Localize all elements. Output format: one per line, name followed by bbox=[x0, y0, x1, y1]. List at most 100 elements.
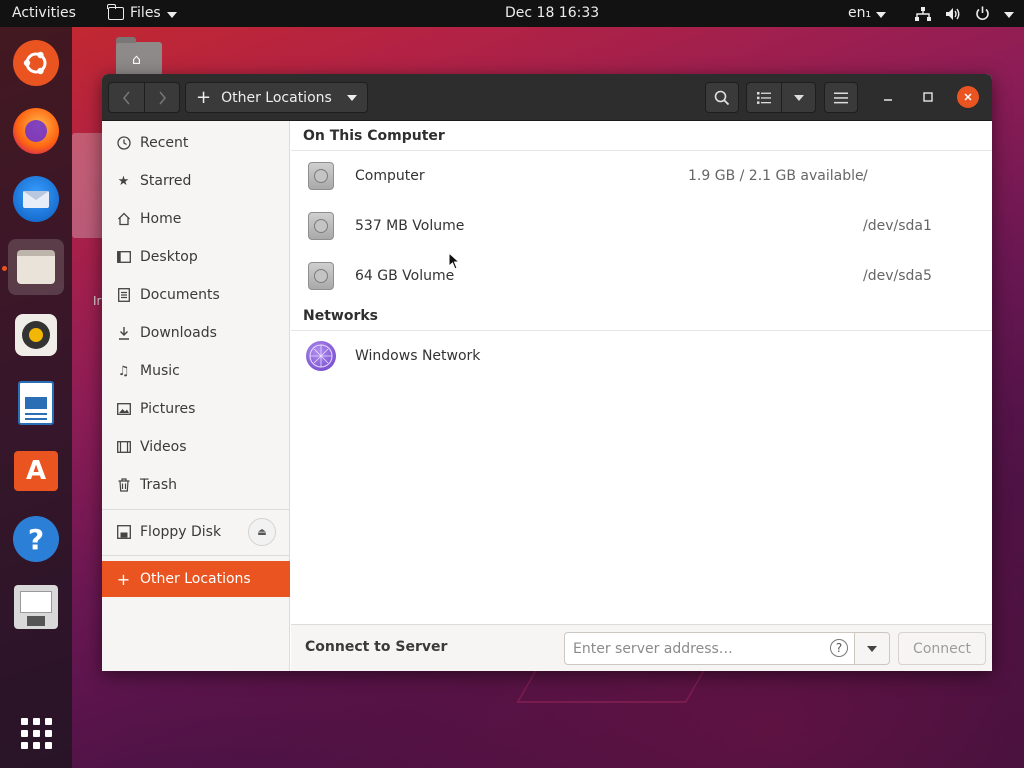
location-row-computer[interactable]: Computer 1.9 GB / 2.1 GB available / bbox=[291, 151, 992, 201]
sidebar-item-documents[interactable]: Documents bbox=[102, 277, 290, 313]
help-icon[interactable]: ? bbox=[830, 639, 848, 657]
sidebar-item-label: Starred bbox=[140, 173, 192, 189]
desktop-home-folder-icon[interactable]: ⌂ bbox=[116, 36, 164, 76]
search-icon bbox=[714, 90, 730, 105]
desktop-icon bbox=[116, 250, 131, 265]
sidebar-item-trash[interactable]: Trash bbox=[102, 467, 290, 503]
network-globe-icon bbox=[306, 341, 336, 371]
firefox-icon bbox=[13, 108, 59, 154]
desktop-item-peek bbox=[72, 133, 102, 238]
power-icon bbox=[976, 6, 989, 21]
chevron-down-icon bbox=[793, 94, 804, 101]
location-label: Other Locations bbox=[221, 89, 332, 106]
eject-button[interactable]: ⏏ bbox=[248, 518, 276, 546]
connect-button[interactable]: Connect bbox=[898, 632, 986, 665]
location-row-537mb-volume[interactable]: 537 MB Volume /dev/sda1 bbox=[291, 201, 992, 251]
connect-to-server-bar: Connect to Server ? Connect bbox=[291, 624, 992, 671]
sidebar-item-label: Other Locations bbox=[140, 571, 251, 587]
sidebar-item-label: Floppy Disk bbox=[140, 524, 222, 540]
volume-icon bbox=[946, 7, 960, 20]
minimize-button[interactable] bbox=[877, 86, 899, 108]
ubuntu-icon bbox=[13, 40, 59, 86]
dock-software[interactable]: A bbox=[8, 443, 64, 499]
dock: A ? bbox=[0, 27, 72, 768]
sidebar-item-home[interactable]: Home bbox=[102, 201, 290, 237]
activities-button[interactable]: Activities bbox=[12, 0, 76, 27]
dock-show-apps[interactable] bbox=[8, 705, 64, 761]
location-path: /dev/sda5 bbox=[863, 268, 932, 284]
location-button[interactable]: + Other Locations bbox=[185, 82, 368, 113]
trash-icon bbox=[116, 478, 131, 493]
sidebar-item-starred[interactable]: ★ Starred bbox=[102, 163, 290, 199]
list-view-icon bbox=[757, 91, 771, 104]
search-button[interactable] bbox=[705, 82, 739, 113]
maximize-icon bbox=[923, 92, 933, 102]
dock-thunderbird[interactable] bbox=[8, 171, 64, 227]
dock-text-editor[interactable] bbox=[8, 579, 64, 635]
document-icon bbox=[116, 288, 131, 303]
dock-ubuntu[interactable] bbox=[8, 35, 64, 91]
connect-to-server-label: Connect to Server bbox=[305, 639, 448, 655]
clock-icon bbox=[116, 136, 131, 151]
location-path: /dev/sda1 bbox=[863, 218, 932, 234]
software-center-icon: A bbox=[14, 451, 58, 491]
sidebar-separator bbox=[102, 555, 290, 556]
plus-icon: + bbox=[116, 569, 131, 589]
location-name: Windows Network bbox=[355, 348, 481, 364]
sidebar-item-label: Music bbox=[140, 363, 180, 379]
chevron-down-icon bbox=[347, 94, 357, 101]
chevron-down-icon bbox=[867, 645, 877, 652]
sidebar-item-floppy-disk[interactable]: Floppy Disk ⏏ bbox=[102, 514, 290, 550]
sidebar-item-downloads[interactable]: Downloads bbox=[102, 315, 290, 351]
folder-icon bbox=[107, 4, 124, 20]
sidebar-item-other-locations[interactable]: + Other Locations bbox=[102, 561, 290, 597]
show-apps-icon bbox=[20, 717, 52, 749]
chevron-down-icon bbox=[166, 11, 177, 18]
close-button[interactable] bbox=[957, 86, 979, 108]
server-address-input[interactable] bbox=[564, 632, 855, 665]
drive-icon bbox=[308, 262, 334, 290]
sidebar-item-videos[interactable]: Videos bbox=[102, 429, 290, 465]
header-bar: + Other Locations bbox=[102, 74, 992, 121]
sidebar-item-pictures[interactable]: Pictures bbox=[102, 391, 290, 427]
app-menu-label: Files bbox=[130, 5, 161, 21]
text-editor-icon bbox=[14, 585, 58, 629]
back-button[interactable] bbox=[108, 82, 145, 113]
view-options-button[interactable] bbox=[781, 82, 816, 113]
drive-icon bbox=[308, 212, 334, 240]
dock-writer[interactable] bbox=[8, 375, 64, 431]
dock-help[interactable]: ? bbox=[8, 511, 64, 567]
location-row-64gb-volume[interactable]: 64 GB Volume /dev/sda5 bbox=[291, 251, 992, 301]
network-icon bbox=[915, 6, 931, 21]
dock-rhythmbox[interactable] bbox=[8, 307, 64, 363]
clock[interactable]: Dec 18 16:33 bbox=[505, 0, 599, 27]
dock-firefox[interactable] bbox=[8, 103, 64, 159]
app-menu-button[interactable]: Files bbox=[107, 0, 177, 27]
sidebar-item-recent[interactable]: Recent bbox=[102, 125, 290, 161]
running-indicator bbox=[2, 266, 7, 271]
section-header-on-this-computer: On This Computer bbox=[303, 128, 445, 144]
system-menu[interactable] bbox=[915, 0, 1014, 27]
sidebar-item-label: Documents bbox=[140, 287, 220, 303]
picture-icon bbox=[116, 402, 131, 417]
maximize-button[interactable] bbox=[917, 86, 939, 108]
main-menu-button[interactable] bbox=[824, 82, 858, 113]
drive-icon bbox=[308, 162, 334, 190]
sidebar-item-desktop[interactable]: Desktop bbox=[102, 239, 290, 275]
eject-icon: ⏏ bbox=[257, 526, 267, 538]
video-icon bbox=[116, 440, 131, 455]
recent-servers-dropdown[interactable] bbox=[854, 632, 890, 665]
location-row-windows-network[interactable]: Windows Network bbox=[291, 331, 992, 381]
minimize-icon bbox=[884, 99, 892, 101]
hamburger-icon bbox=[834, 92, 848, 103]
sidebar-item-music[interactable]: ♫ Music bbox=[102, 353, 290, 389]
music-icon: ♫ bbox=[117, 363, 130, 379]
language-indicator[interactable]: en₁ bbox=[848, 0, 887, 27]
top-bar: Activities Files Dec 18 16:33 en₁ bbox=[0, 0, 1024, 27]
location-name: Computer bbox=[355, 168, 425, 184]
location-path: / bbox=[863, 168, 868, 184]
files-window: + Other Locations Recent ★ Starred Home … bbox=[102, 74, 992, 671]
dock-files[interactable] bbox=[8, 239, 64, 295]
forward-button[interactable] bbox=[144, 82, 180, 113]
view-list-button[interactable] bbox=[746, 82, 782, 113]
